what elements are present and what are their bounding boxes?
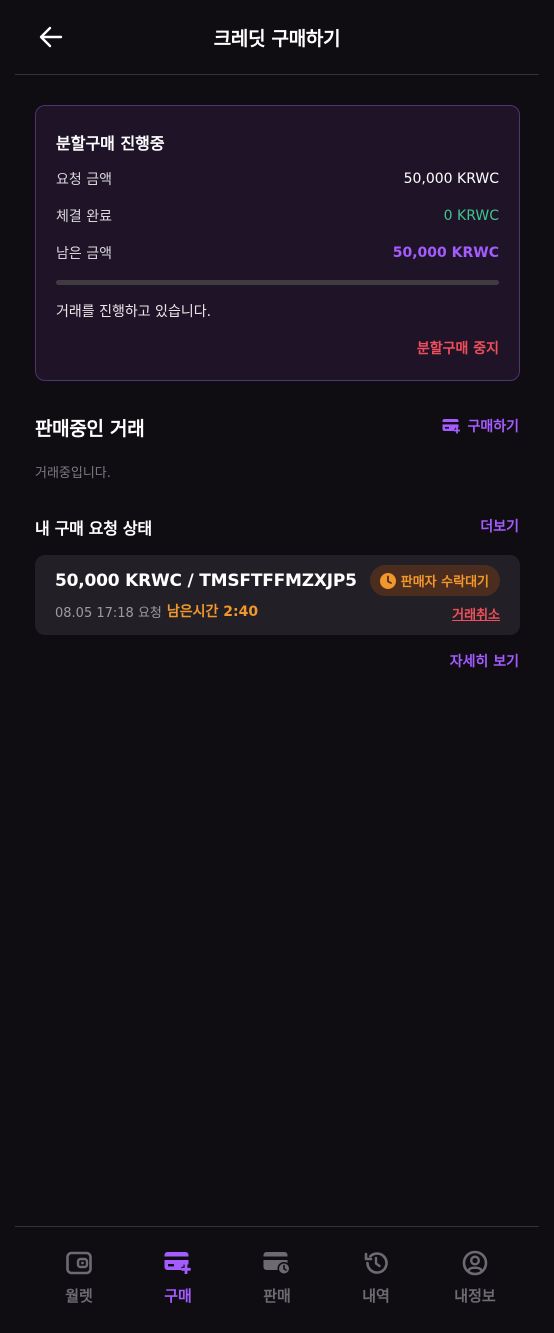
view-details-button[interactable]: 자세히 보기: [450, 651, 519, 671]
nav-label-history: 내역: [362, 1287, 390, 1305]
page-title: 크레딧 구매하기: [213, 28, 341, 50]
request-meta: 08.05 17:18 요청 남은시간 2:40: [55, 601, 258, 621]
request-card[interactable]: 50,000 KRWC / TMSFTFFMZXJP5 08.05 17:18 …: [35, 555, 520, 635]
stop-split-purchase-button[interactable]: 분할구매 중지: [417, 338, 499, 358]
bottom-nav: 월렛 구매 판매 내역 내정보: [15, 1226, 539, 1333]
requested-amount-label: 요청 금액: [56, 172, 112, 188]
nav-item-wallet[interactable]: 월렛: [30, 1227, 128, 1333]
request-remaining-time: 남은시간 2:40: [166, 604, 259, 620]
split-purchase-title: 분할구매 진행중: [56, 134, 165, 153]
my-requests-title: 내 구매 요청 상태: [35, 519, 152, 538]
card-clock-icon: [263, 1252, 291, 1275]
split-status-text: 거래를 진행하고 있습니다.: [56, 304, 212, 320]
clock-icon: [379, 572, 396, 589]
nav-label-wallet: 월렛: [65, 1287, 93, 1305]
cancel-trade-button[interactable]: 거래취소: [452, 604, 500, 623]
requested-amount-value: 50,000 KRWC: [403, 171, 499, 187]
buy-button-label: 구매하기: [467, 419, 519, 435]
buy-button[interactable]: 구매하기: [442, 416, 519, 436]
completed-amount-label: 체결 완료: [56, 209, 112, 225]
split-progress-bar: [56, 280, 499, 285]
nav-label-sell: 판매: [263, 1287, 291, 1305]
nav-label-my-info: 내정보: [454, 1287, 496, 1305]
status-badge: 판매자 수락대기: [369, 565, 500, 596]
completed-amount-value: 0 KRWC: [443, 208, 499, 224]
requested-amount-row: 요청 금액 50,000 KRWC: [56, 169, 499, 189]
app: 크레딧 구매하기 분할구매 진행중 요청 금액 50,000 KRWC 체결 완…: [0, 0, 554, 1333]
request-summary: 50,000 KRWC / TMSFTFFMZXJP5: [55, 571, 357, 591]
wallet-icon: [66, 1251, 92, 1275]
user-icon: [462, 1250, 488, 1276]
split-purchase-card: 분할구매 진행중 요청 금액 50,000 KRWC 체결 완료 0 KRWC …: [35, 105, 520, 381]
nav-label-buy: 구매: [164, 1287, 192, 1305]
card-plus-icon: [164, 1252, 191, 1274]
selling-empty-text: 거래중입니다.: [35, 466, 111, 481]
status-badge-label: 판매자 수락대기: [400, 575, 489, 590]
remaining-amount-label: 남은 금액: [56, 246, 112, 262]
remaining-amount-row: 남은 금액 50,000 KRWC: [56, 243, 499, 263]
selling-section-title: 판매중인 거래: [35, 418, 145, 440]
nav-item-history[interactable]: 내역: [327, 1227, 425, 1333]
more-button[interactable]: 더보기: [480, 516, 519, 536]
nav-item-sell[interactable]: 판매: [228, 1227, 326, 1333]
nav-item-my-info[interactable]: 내정보: [426, 1227, 524, 1333]
remaining-amount-value: 50,000 KRWC: [392, 245, 499, 261]
header: 크레딧 구매하기: [15, 0, 539, 75]
completed-amount-row: 체결 완료 0 KRWC: [56, 206, 499, 226]
card-plus-icon: [442, 419, 461, 434]
nav-item-buy[interactable]: 구매: [129, 1227, 227, 1333]
request-time: 08.05 17:18 요청: [55, 605, 162, 621]
history-icon: [364, 1252, 388, 1274]
